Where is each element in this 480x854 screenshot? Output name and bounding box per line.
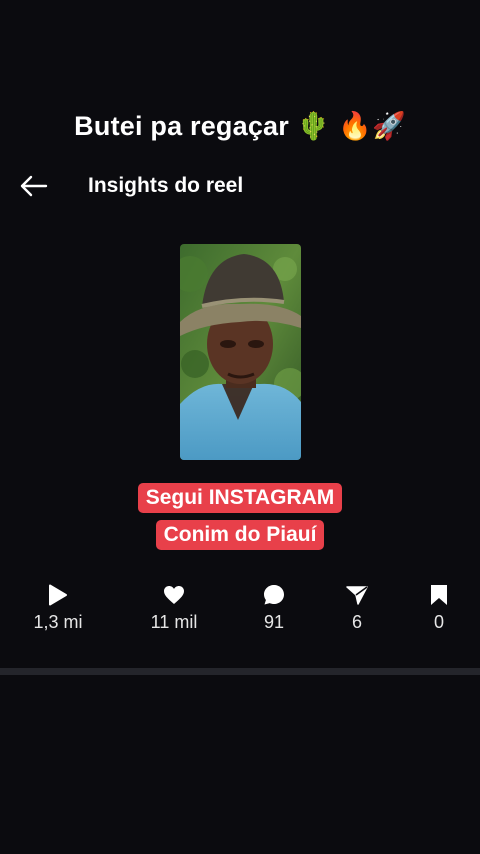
promo-badge-text-1: Segui INSTAGRAM bbox=[137, 483, 343, 513]
stat-shares-value: 6 bbox=[351, 612, 362, 632]
heart-icon bbox=[164, 586, 184, 604]
share-icon bbox=[346, 586, 368, 605]
reel-thumbnail[interactable] bbox=[180, 244, 301, 460]
promo-badge-line1: Segui INSTAGRAM bbox=[0, 483, 480, 513]
comment-icon bbox=[264, 585, 284, 605]
play-icon bbox=[49, 584, 67, 606]
stat-plays[interactable]: 1,3 mi bbox=[13, 582, 103, 633]
stat-plays-value: 1,3 mi bbox=[33, 612, 83, 632]
top-bar: Insights do reel bbox=[0, 166, 480, 206]
section-divider bbox=[0, 668, 480, 675]
video-caption-overlay: Butei pa regaçar 🌵 🔥🚀 bbox=[74, 111, 406, 141]
stat-comments[interactable]: 91 bbox=[229, 582, 319, 633]
arrow-left-icon bbox=[20, 175, 48, 197]
bookmark-icon bbox=[431, 585, 447, 605]
stat-saves[interactable]: 0 bbox=[394, 582, 480, 633]
stats-row: 1,3 mi 11 mil 91 6 0 bbox=[0, 582, 480, 638]
page-title: Insights do reel bbox=[88, 174, 244, 197]
stat-comments-value: 91 bbox=[263, 612, 285, 632]
stat-saves-value: 0 bbox=[433, 612, 444, 632]
promo-badge-line2: Conim do Piauí bbox=[0, 520, 480, 550]
stat-shares[interactable]: 6 bbox=[312, 582, 402, 633]
thumbnail-image bbox=[180, 244, 301, 460]
stat-likes-value: 11 mil bbox=[150, 612, 198, 632]
promo-badge-text-2: Conim do Piauí bbox=[155, 520, 325, 550]
stat-likes[interactable]: 11 mil bbox=[129, 582, 219, 633]
back-button[interactable] bbox=[16, 172, 50, 200]
content-area-below bbox=[0, 675, 480, 854]
